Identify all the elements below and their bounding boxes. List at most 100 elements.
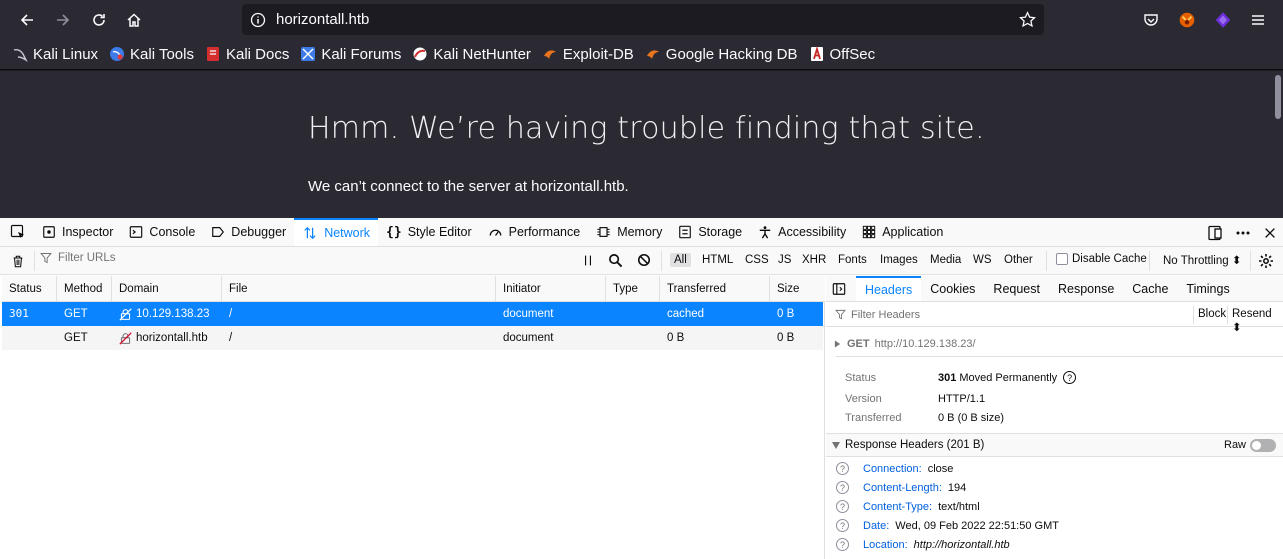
disable-cache-toggle[interactable]: Disable Cache bbox=[1056, 253, 1147, 265]
tab-cache[interactable]: Cache bbox=[1123, 276, 1177, 301]
tab-performance[interactable]: Performance bbox=[480, 218, 589, 246]
info-icon[interactable] bbox=[250, 12, 266, 28]
search-icon[interactable] bbox=[608, 253, 623, 268]
type-filter-html[interactable]: HTML bbox=[698, 253, 737, 267]
type-filter-all[interactable]: All bbox=[670, 253, 691, 267]
help-icon[interactable]: ? bbox=[836, 500, 849, 513]
tab-storage[interactable]: Storage bbox=[670, 218, 750, 246]
close-icon[interactable] bbox=[1263, 226, 1277, 240]
column-header-file[interactable]: File bbox=[222, 276, 496, 302]
bookmark-star-icon[interactable] bbox=[1019, 11, 1036, 28]
response-headers-title: Response Headers (201 B) bbox=[845, 439, 985, 451]
column-header-type[interactable]: Type bbox=[606, 276, 660, 302]
bookmark-kali-nethunter[interactable]: Kali NetHunter bbox=[412, 46, 531, 63]
tab-timings[interactable]: Timings bbox=[1177, 276, 1238, 301]
help-icon[interactable]: ? bbox=[1063, 371, 1077, 384]
tab-cookies[interactable]: Cookies bbox=[921, 276, 984, 301]
settings-gear-icon[interactable] bbox=[1258, 253, 1274, 269]
column-header-method[interactable]: Method bbox=[57, 276, 112, 302]
type-filter-js[interactable]: JS bbox=[774, 253, 795, 267]
tab-memory[interactable]: Memory bbox=[588, 218, 670, 246]
type-filter-other[interactable]: Other bbox=[1000, 253, 1037, 267]
tab-response[interactable]: Response bbox=[1049, 276, 1123, 301]
column-header-initiator[interactable]: Initiator bbox=[496, 276, 606, 302]
throttling-select[interactable]: No Throttling ⬍ bbox=[1163, 253, 1241, 267]
version-label: Version bbox=[845, 393, 882, 405]
bookmark-offsec[interactable]: OffSec bbox=[809, 46, 875, 63]
back-button[interactable] bbox=[13, 6, 41, 34]
extension-button-2[interactable] bbox=[1209, 6, 1237, 34]
url-text[interactable]: horizontall.htb bbox=[276, 11, 369, 28]
tab-label: Console bbox=[149, 225, 196, 239]
tab-inspector[interactable]: Inspector bbox=[34, 218, 121, 246]
bookmark-kali-forums[interactable]: Kali Forums bbox=[300, 46, 401, 63]
header-row[interactable]: ? Connection: close bbox=[836, 462, 953, 475]
type-filter-images[interactable]: Images bbox=[876, 253, 922, 267]
response-headers-section[interactable]: Response Headers (201 B) Raw bbox=[826, 434, 1283, 457]
dock-toggle-icon[interactable] bbox=[1207, 225, 1223, 241]
column-header-transferred[interactable]: Transferred bbox=[660, 276, 770, 302]
tab-console[interactable]: Console bbox=[121, 218, 203, 246]
raw-toggle[interactable] bbox=[1250, 439, 1276, 452]
tab-accessibility[interactable]: Accessibility bbox=[750, 218, 854, 246]
header-row[interactable]: ? Location: http://horizontall.htb bbox=[836, 538, 1010, 551]
bookmark-label: Exploit-DB bbox=[562, 45, 634, 63]
tab-style-editor[interactable]: {} Style Editor bbox=[378, 218, 480, 246]
pocket-button[interactable] bbox=[1137, 6, 1165, 34]
resend-button[interactable]: Resend ⬍ bbox=[1232, 308, 1283, 334]
disable-cache-checkbox[interactable] bbox=[1056, 253, 1068, 265]
page-content: Hmm. We’re having trouble finding that s… bbox=[0, 71, 1283, 218]
block-button[interactable]: Block bbox=[1198, 308, 1226, 320]
ghdb-icon bbox=[645, 46, 661, 62]
type-filter-media[interactable]: Media bbox=[926, 253, 965, 267]
filter-headers-input[interactable]: Filter Headers bbox=[851, 309, 920, 321]
bookmark-label: Kali Forums bbox=[321, 45, 402, 63]
bookmark-google-hacking-db[interactable]: Google Hacking DB bbox=[645, 46, 798, 63]
method-cell: GET bbox=[64, 308, 88, 320]
header-row[interactable]: ? Content-Type: text/html bbox=[836, 500, 980, 513]
column-header-domain[interactable]: Domain bbox=[112, 276, 222, 302]
pause-icon[interactable] bbox=[582, 254, 594, 267]
inspector-icon bbox=[43, 226, 55, 238]
help-icon[interactable]: ? bbox=[836, 538, 849, 551]
navigation-toolbar: horizontall.htb bbox=[0, 0, 1283, 39]
page-scrollbar[interactable] bbox=[1275, 75, 1281, 119]
toggle-sidebar-button[interactable] bbox=[826, 276, 856, 301]
tab-headers[interactable]: Headers bbox=[856, 276, 922, 301]
home-button[interactable] bbox=[120, 6, 148, 34]
type-filter-xhr[interactable]: XHR bbox=[798, 253, 830, 267]
url-bar[interactable]: horizontall.htb bbox=[242, 4, 1044, 35]
forward-button[interactable] bbox=[49, 6, 77, 34]
filter-urls-input[interactable]: Filter URLs bbox=[40, 252, 116, 264]
more-options-icon[interactable] bbox=[1235, 225, 1251, 241]
devtools-tabbar: Inspector Console Debugger Network {} St… bbox=[0, 218, 1283, 247]
tab-debugger[interactable]: Debugger bbox=[203, 218, 294, 246]
menu-button[interactable] bbox=[1244, 6, 1272, 34]
type-filter-css[interactable]: CSS bbox=[741, 253, 773, 267]
type-filter-ws[interactable]: WS bbox=[969, 253, 996, 267]
tab-network[interactable]: Network bbox=[294, 218, 379, 246]
column-header-status[interactable]: Status bbox=[2, 276, 57, 302]
bookmark-exploit-db[interactable]: Exploit-DB bbox=[542, 46, 634, 63]
table-row[interactable]: GET horizontall.htb / document 0 B 0 B bbox=[2, 326, 823, 350]
block-icon[interactable] bbox=[637, 253, 651, 267]
bookmark-kali-docs[interactable]: Kali Docs bbox=[205, 46, 289, 63]
bookmark-kali-tools[interactable]: Kali Tools bbox=[109, 46, 194, 63]
bookmark-kali-linux[interactable]: Kali Linux bbox=[12, 46, 98, 63]
header-row[interactable]: ? Date: Wed, 09 Feb 2022 22:51:50 GMT bbox=[836, 519, 1059, 532]
tab-application[interactable]: Application bbox=[854, 218, 951, 246]
header-row[interactable]: ? Content-Length: 194 bbox=[836, 481, 966, 494]
reload-button[interactable] bbox=[85, 6, 113, 34]
help-icon[interactable]: ? bbox=[836, 519, 849, 532]
element-picker-button[interactable] bbox=[0, 218, 34, 246]
column-header-size[interactable]: Size bbox=[770, 276, 825, 302]
trash-icon[interactable] bbox=[11, 254, 25, 269]
request-line[interactable]: GET http://10.129.138.23/ bbox=[834, 338, 976, 350]
debugger-icon bbox=[212, 227, 225, 237]
extension-button[interactable] bbox=[1173, 6, 1201, 34]
tab-request[interactable]: Request bbox=[984, 276, 1049, 301]
help-icon[interactable]: ? bbox=[836, 481, 849, 494]
help-icon[interactable]: ? bbox=[836, 462, 849, 475]
table-row[interactable]: 301 GET 10.129.138.23 / document cached … bbox=[2, 302, 823, 326]
type-filter-fonts[interactable]: Fonts bbox=[834, 253, 871, 267]
